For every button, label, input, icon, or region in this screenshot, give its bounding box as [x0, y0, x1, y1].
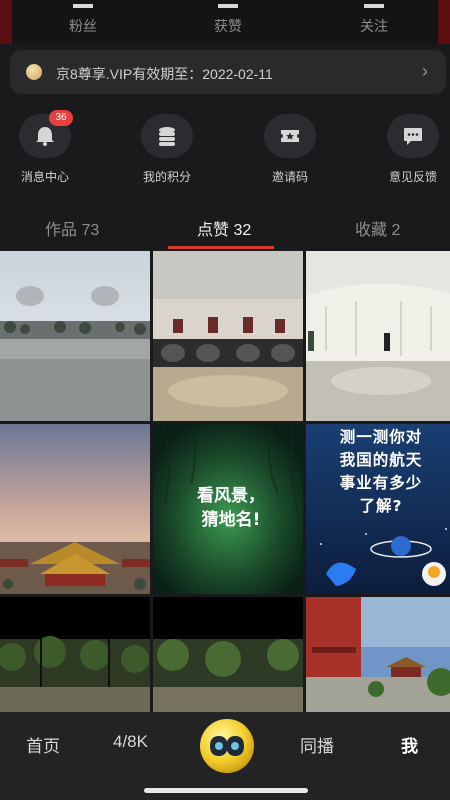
coins-stack-icon — [159, 127, 175, 146]
vip-expiry-text: 京8尊享.VIP有效期至：2022-02-11 — [56, 66, 273, 82]
message-badge: 36 — [49, 110, 73, 126]
shortcut-my-points[interactable]: 我的积分 — [122, 114, 212, 185]
video-thumbnail[interactable] — [0, 424, 150, 594]
video-thumbnail[interactable]: 测一测你对 我国的航天 事业有多少 了解? — [306, 424, 450, 594]
banner-edge-left — [0, 0, 12, 44]
tab-liked[interactable]: 点赞 32 — [197, 216, 251, 240]
thumbnail-caption: 看风景， 猜地名! — [197, 486, 265, 530]
liked-videos-grid: 看风景， 猜地名! 测一测你对 我国的航天 事业有多少 了解? — [0, 251, 450, 767]
vip-coin-icon — [26, 64, 42, 80]
stat-fans-label: 粉丝 — [69, 18, 97, 34]
nav-vr[interactable]: 4/8K — [113, 732, 148, 752]
video-thumbnail[interactable] — [153, 251, 303, 421]
nav-home[interactable]: 首页 — [26, 732, 60, 757]
profile-stats: ▬ 粉丝 ▬ 获赞 ▬ 关注 — [0, 0, 450, 44]
content-tabs: 作品 73 点赞 32 收藏 2 — [0, 208, 450, 250]
video-thumbnail[interactable] — [0, 251, 150, 421]
home-indicator — [144, 788, 308, 793]
banner-edge-right — [438, 0, 450, 44]
caption-line: 测一测你对 — [339, 428, 423, 446]
shortcut-label: 邀请码 — [271, 170, 308, 184]
chevron-right-icon: › — [422, 61, 428, 81]
ticket-star-icon — [281, 130, 299, 142]
bottom-nav: 首页 4/8K 同播 我 — [0, 712, 450, 800]
video-thumbnail[interactable] — [306, 251, 450, 421]
stat-following[interactable]: ▬ 关注 — [334, 0, 414, 36]
caption-line: 我国的航天 — [339, 451, 423, 469]
nav-broadcast[interactable]: 同播 — [300, 732, 334, 757]
app-logo-icon[interactable] — [198, 717, 256, 775]
message-bell-icon — [36, 127, 54, 146]
tab-works[interactable]: 作品 73 — [45, 216, 99, 240]
tab-favorites[interactable]: 收藏 2 — [355, 216, 400, 240]
stat-fans[interactable]: ▬ 粉丝 — [43, 0, 123, 36]
stat-likes-label: 获赞 — [214, 18, 242, 34]
active-tab-indicator — [168, 246, 274, 249]
shortcut-label: 我的积分 — [142, 170, 191, 184]
video-thumbnail[interactable]: 看风景， 猜地名! — [153, 424, 303, 594]
feedback-chat-icon — [404, 128, 422, 145]
caption-line: 事业有多少 — [339, 474, 423, 492]
nav-me[interactable]: 我 — [401, 732, 418, 757]
caption-line: 了解? — [359, 497, 403, 515]
profile-page: ▬ 粉丝 ▬ 获赞 ▬ 关注 京8尊享.VIP有效期至：2022-02-11 ›… — [0, 0, 450, 800]
stat-following-label: 关注 — [360, 18, 388, 34]
shortcut-label: 意见反馈 — [388, 170, 437, 184]
shortcut-label: 消息中心 — [20, 170, 69, 184]
shortcut-invite-code[interactable]: 邀请码 — [245, 114, 335, 185]
thumbnail-caption: 测一测你对 我国的航天 事业有多少 了解? — [312, 426, 450, 518]
vip-status-bar[interactable]: 京8尊享.VIP有效期至：2022-02-11 › — [10, 50, 446, 94]
stat-likes-received[interactable]: ▬ 获赞 — [188, 0, 268, 36]
shortcut-feedback[interactable]: 意见反馈 — [368, 114, 450, 185]
shortcut-row: 36 消息中心 我的积分 邀请码 意见反馈 — [0, 110, 450, 190]
shortcut-message-center[interactable]: 36 消息中心 — [0, 110, 90, 185]
